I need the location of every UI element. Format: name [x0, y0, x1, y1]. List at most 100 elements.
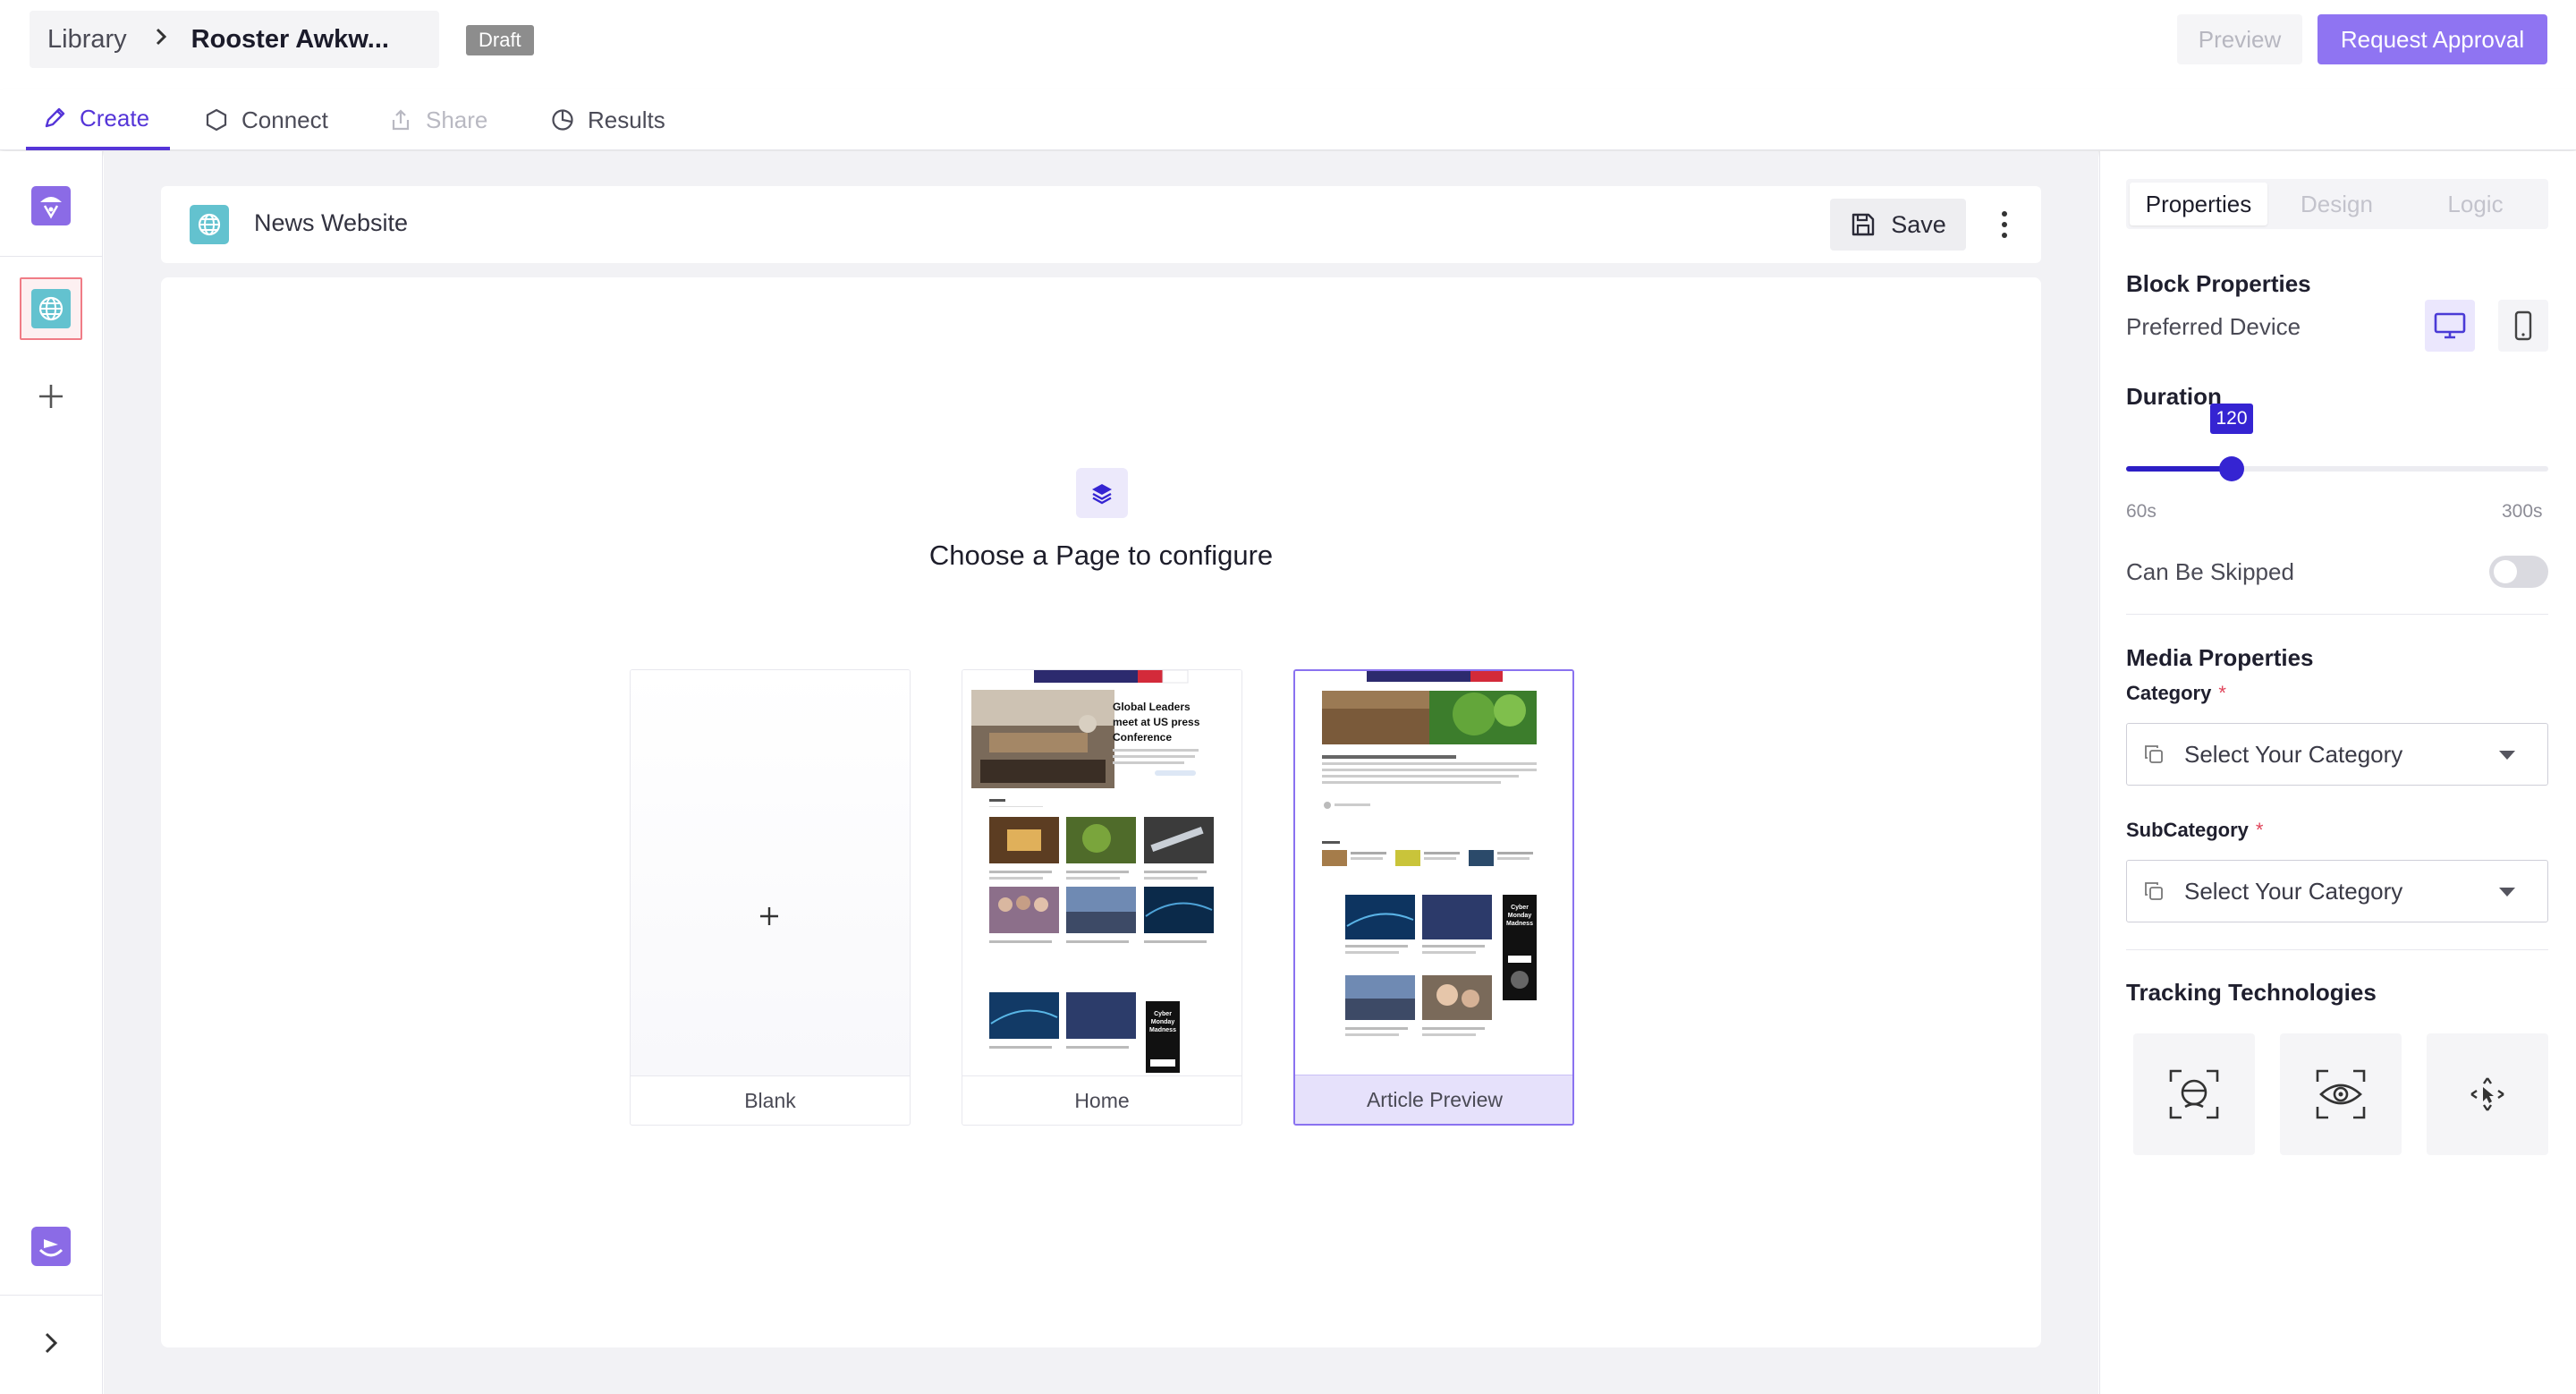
- category-label: Category *: [2126, 682, 2226, 704]
- tracking-heading: Tracking Technologies: [2126, 979, 2377, 1006]
- template-card-home[interactable]: Global Leaders meet at US press Conferen…: [962, 669, 1242, 1126]
- status-badge: Draft: [466, 25, 534, 55]
- cursor-tracking-button[interactable]: [2427, 1033, 2548, 1155]
- ad-block-icon: [31, 186, 71, 225]
- svg-text:Monday: Monday: [1508, 913, 1532, 919]
- tab-properties[interactable]: Properties: [2130, 183, 2267, 225]
- tab-label: Create: [80, 104, 150, 132]
- top-bar: Library Rooster Awkw... Draft Preview Re…: [0, 0, 2576, 89]
- duration-heading: Duration: [2126, 383, 2222, 410]
- eye-tracking-button[interactable]: [2280, 1033, 2402, 1155]
- page-title: Rooster Awkw...: [191, 24, 389, 54]
- rail-item-globe-block[interactable]: [20, 277, 82, 340]
- save-label: Save: [1891, 210, 1946, 238]
- template-thumbnail: [631, 670, 910, 1075]
- desktop-device-button[interactable]: [2425, 300, 2475, 352]
- add-block-button[interactable]: [20, 365, 82, 428]
- slider-max-label: 300s: [2502, 501, 2543, 522]
- page-name: News Website: [254, 209, 409, 236]
- more-options-button[interactable]: [1982, 199, 2027, 251]
- template-label: Blank: [631, 1075, 910, 1125]
- face-tracking-button[interactable]: [2133, 1033, 2255, 1155]
- can-be-skipped-toggle[interactable]: [2489, 556, 2548, 588]
- preview-button[interactable]: Preview: [2177, 14, 2302, 64]
- copy-icon: [2143, 744, 2165, 765]
- brand-logo-icon: [31, 1227, 71, 1266]
- pie-chart-icon: [552, 109, 573, 131]
- tab-results[interactable]: Results: [550, 89, 665, 150]
- caret-down-icon: [2499, 888, 2515, 897]
- breadcrumb: Library Rooster Awkw...: [30, 11, 439, 68]
- tab-logic[interactable]: Logic: [2406, 183, 2545, 225]
- face-tracking-icon: [2169, 1069, 2219, 1119]
- block-rail: [0, 151, 103, 1394]
- caret-down-icon: [2499, 751, 2515, 760]
- page-header: News Website Save: [161, 186, 2041, 263]
- rail-item-ad-block[interactable]: [20, 174, 82, 237]
- expand-chevron-icon: [45, 1332, 58, 1354]
- kebab-menu-icon: [2002, 211, 2007, 238]
- template-label: Home: [962, 1075, 1241, 1125]
- main-tabs: Create Connect Share Results: [0, 89, 2576, 150]
- svg-text:Cyber: Cyber: [1154, 1011, 1172, 1017]
- tab-label: Results: [588, 106, 665, 133]
- save-button[interactable]: Save: [1830, 199, 1966, 251]
- tab-connect[interactable]: Connect: [204, 89, 328, 150]
- tab-create[interactable]: Create: [26, 89, 170, 150]
- slider-value-tooltip: 120: [2210, 404, 2253, 434]
- subcategory-select[interactable]: Select Your Category: [2126, 860, 2548, 922]
- tab-label: Connect: [242, 106, 328, 133]
- svg-text:Madness: Madness: [1149, 1027, 1176, 1033]
- duration-slider[interactable]: 120: [2126, 404, 2548, 481]
- home-page-preview: Global Leaders meet at US press Conferen…: [962, 670, 1241, 1075]
- pencil-icon: [45, 107, 65, 128]
- chevron-right-icon: [154, 26, 168, 54]
- svg-text:Monday: Monday: [1151, 1019, 1175, 1025]
- template-card-blank[interactable]: Blank: [630, 669, 911, 1126]
- save-icon: [1852, 213, 1875, 236]
- svg-text:Conference: Conference: [1113, 731, 1172, 744]
- tab-label: Share: [426, 106, 488, 133]
- copy-icon: [2143, 880, 2165, 902]
- choose-page-title: Choose a Page to configure: [928, 540, 1274, 571]
- panel-tabs: Properties Design Logic: [2126, 179, 2548, 229]
- svg-text:Cyber: Cyber: [1511, 905, 1529, 911]
- tab-design[interactable]: Design: [2267, 183, 2406, 225]
- subcategory-placeholder: Select Your Category: [2184, 877, 2403, 905]
- media-properties-heading: Media Properties: [2126, 644, 2314, 671]
- slider-thumb[interactable]: [2219, 456, 2244, 481]
- request-approval-button[interactable]: Request Approval: [2318, 14, 2547, 64]
- subcategory-label: SubCategory *: [2126, 819, 2264, 841]
- article-page-preview: Cyber Monday Madness: [1295, 671, 1572, 1076]
- breadcrumb-library-link[interactable]: Library: [47, 25, 127, 55]
- expand-rail-button[interactable]: [20, 1312, 82, 1374]
- mobile-icon: [2514, 310, 2532, 341]
- svg-text:meet at US press: meet at US press: [1113, 716, 1200, 728]
- category-select[interactable]: Select Your Category: [2126, 723, 2548, 786]
- slider-fill: [2126, 466, 2232, 472]
- hexagon-icon: [206, 108, 227, 132]
- can-be-skipped-label: Can Be Skipped: [2126, 558, 2294, 585]
- globe-icon: [190, 205, 229, 244]
- desktop-icon: [2434, 312, 2466, 339]
- layers-icon: [1076, 468, 1128, 518]
- add-icon: [39, 385, 63, 408]
- globe-block-icon: [31, 289, 71, 328]
- block-properties-heading: Block Properties: [2126, 270, 2311, 297]
- category-placeholder: Select Your Category: [2184, 740, 2403, 768]
- required-mark: *: [2218, 682, 2226, 704]
- mobile-device-button[interactable]: [2498, 300, 2548, 352]
- template-thumbnail: Cyber Monday Madness: [1295, 671, 1572, 1076]
- slider-min-label: 60s: [2126, 501, 2157, 522]
- tab-share[interactable]: Share: [388, 89, 487, 150]
- cursor-tracking-icon: [2470, 1077, 2504, 1111]
- preferred-device-label: Preferred Device: [2126, 313, 2301, 340]
- template-label: Article Preview: [1295, 1075, 1572, 1124]
- template-thumbnail: Global Leaders meet at US press Conferen…: [962, 670, 1241, 1075]
- template-card-article-preview[interactable]: Cyber Monday Madness Article Preview: [1293, 669, 1574, 1126]
- share-icon: [392, 109, 410, 131]
- required-mark: *: [2255, 819, 2264, 841]
- add-icon: [760, 907, 778, 925]
- brand-logo: [20, 1215, 82, 1278]
- eye-tracking-icon: [2316, 1069, 2366, 1119]
